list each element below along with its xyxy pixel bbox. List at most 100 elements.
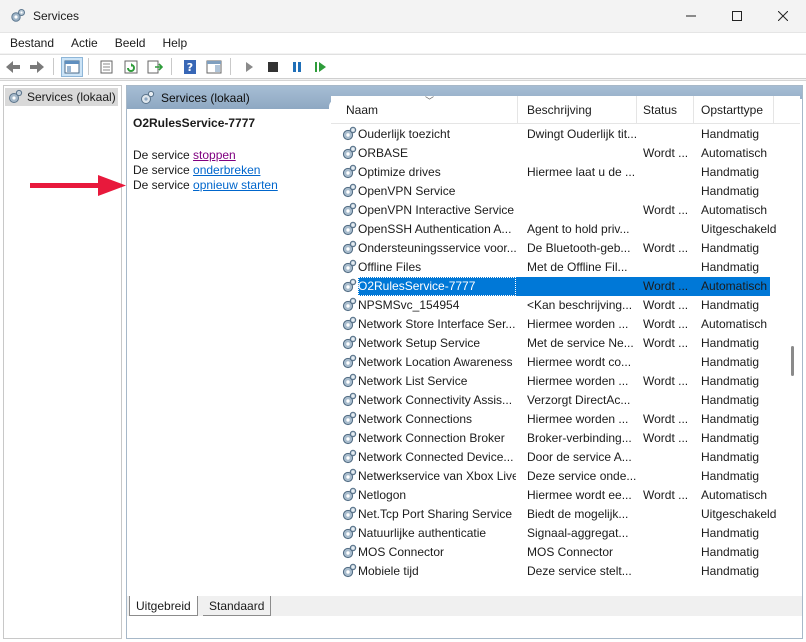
vertical-scrollbar-thumb[interactable] [791,346,794,376]
service-startup-type: Handmatig [701,412,760,426]
service-description: Met de service Ne... [527,336,634,350]
column-header-description[interactable]: Beschrijving [527,103,592,117]
title-bar: Services [0,0,806,31]
service-name: Natuurlijke authenticatie [358,526,487,540]
pause-service-link[interactable]: onderbreken [193,163,260,177]
pause-action: De service onderbreken [133,163,260,177]
table-row[interactable]: Network Connection Broker Broker-verbindi… [331,429,800,448]
table-row[interactable]: OpenSSH Authentication A... Agent to hold… [331,220,800,239]
gear-icon [342,221,357,236]
table-row[interactable]: Offline Files Met de Offline Fil... Handma… [331,258,800,277]
table-row[interactable]: Network Connections Hiermee worden ... Wor… [331,410,800,429]
table-row[interactable]: MOS Connector MOS Connector Handmatig [331,543,800,562]
service-name: Network Location Awareness [358,355,513,369]
menu-help[interactable]: Help [155,36,194,50]
table-row[interactable]: Natuurlijke authenticatie Signaal-aggrega… [331,524,800,543]
table-row[interactable]: Network Connected Device... Door de servi… [331,448,800,467]
column-header-name[interactable]: Naam [346,103,378,117]
table-row[interactable]: ORBASE Wordt ... Automatisch [331,144,800,163]
restart-action-prefix: De service [133,178,194,192]
service-description: Broker-verbinding... [527,431,632,445]
restart-icon [315,61,326,72]
sort-chevron-icon: ﹀ [425,96,435,106]
refresh-button[interactable] [120,57,142,77]
show-hide-console-tree-button[interactable] [61,56,83,77]
restart-service-button[interactable] [310,57,332,77]
service-description: Hiermee laat u de ... [527,165,636,179]
forward-button[interactable] [26,57,48,77]
menu-file[interactable]: Bestand [3,36,61,50]
service-description: Hiermee worden ... [527,412,629,426]
gear-icon [342,164,357,179]
help-button[interactable]: ? [179,57,201,77]
service-description: Hiermee worden ... [527,374,629,388]
view-tabs: Uitgebreid Standaard [127,596,802,616]
column-header-status[interactable]: Status [643,103,677,117]
show-hide-action-pane-button[interactable] [203,57,225,77]
svg-text:?: ? [187,61,193,74]
restart-service-link[interactable]: opnieuw starten [193,178,278,192]
column-divider[interactable] [517,96,518,124]
gear-icon [342,259,357,274]
service-startup-type: Automatisch [701,203,768,217]
table-row[interactable]: NPSMSvc_154954 <Kan beschrijving... Wordt … [331,296,800,315]
properties-button[interactable] [96,57,118,77]
column-divider[interactable] [636,96,637,124]
column-header-startup[interactable]: Opstarttype [701,103,763,117]
window-title: Services [33,8,80,23]
tree-item-services-local[interactable]: Services (lokaal) [5,88,118,106]
stop-service-link[interactable]: stoppen [193,148,236,162]
menu-view[interactable]: Beeld [108,36,153,50]
services-list: ﹀ Naam Beschrijving Status Opstarttype O… [331,96,800,592]
service-name: Netwerkservice van Xbox Live [358,469,516,483]
service-status: Wordt ... [643,279,689,293]
table-row[interactable]: Net.Tcp Port Sharing Service Biedt de mog… [331,505,800,524]
gear-icon [342,202,357,217]
service-description: Verzorgt DirectAc... [527,393,631,407]
tab-extended[interactable]: Uitgebreid [129,596,198,616]
menu-action[interactable]: Actie [64,36,105,50]
service-startup-type: Automatisch [701,279,768,293]
table-row[interactable]: Network Setup Service Met de service Ne..… [331,334,800,353]
gear-icon [342,430,357,445]
service-startup-type: Uitgeschakeld [701,222,777,236]
table-row[interactable]: Mobiele tijd Deze service stelt... Handmat… [331,562,800,581]
play-icon [246,61,253,72]
table-row[interactable]: Netwerkservice van Xbox Live Deze service… [331,467,800,486]
table-row[interactable]: OpenVPN Interactive Service Wordt ... Auto… [331,201,800,220]
services-gear-icon [9,89,23,103]
properties-icon [100,60,113,73]
column-divider[interactable] [773,96,774,124]
table-row[interactable]: Ouderlijk toezicht Dwingt Ouderlijk tit..… [331,125,800,144]
service-name: Network Connections [358,412,473,426]
table-row[interactable]: Ondersteuningsservice voor... De Bluetoot… [331,239,800,258]
minimize-button[interactable] [668,0,714,31]
column-divider[interactable] [693,96,694,124]
service-status: Wordt ... [643,431,689,445]
back-button[interactable] [2,57,24,77]
table-row[interactable]: Network Connectivity Assis... Verzorgt Di… [331,391,800,410]
gear-icon [342,354,357,369]
service-startup-type: Uitgeschakeld [701,507,777,521]
service-description: MOS Connector [527,545,614,559]
pause-service-button[interactable] [286,57,308,77]
table-row[interactable]: Netlogon Hiermee wordt ee... Wordt ... Auto… [331,486,800,505]
service-description: Door de service A... [527,450,632,464]
export-list-button[interactable] [144,57,166,77]
service-startup-type: Handmatig [701,526,760,540]
table-row[interactable]: Network List Service Hiermee worden ... Wo… [331,372,800,391]
table-row[interactable]: Network Location Awareness Hiermee wordt … [331,353,800,372]
tab-standard[interactable]: Standaard [203,596,272,616]
toolbar: ? [0,54,806,79]
service-name: O2RulesService-7777 [358,277,516,296]
service-description: Deze service stelt... [527,564,632,578]
table-row[interactable]: OpenVPN Service Handmatig [331,182,800,201]
table-row[interactable]: Optimize drives Hiermee laat u de ... Hand… [331,163,800,182]
service-name: OpenSSH Authentication A... [358,222,512,236]
table-row[interactable]: Network Store Interface Ser... Hiermee wo… [331,315,800,334]
start-service-button[interactable] [238,57,260,77]
stop-service-button[interactable] [262,57,284,77]
table-row[interactable]: O2RulesService-7777 Wordt ... Automatisch [331,277,800,296]
maximize-button[interactable] [714,0,760,31]
close-button[interactable] [760,0,806,31]
